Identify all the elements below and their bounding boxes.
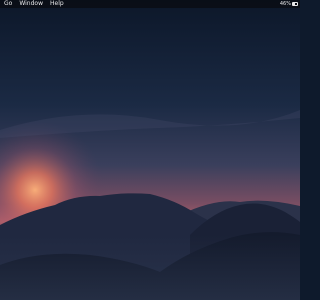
status-area: 46% xyxy=(273,0,298,8)
control-center-icon[interactable] xyxy=(273,2,278,7)
battery-fill xyxy=(293,3,295,5)
valley-fog xyxy=(0,235,300,300)
menu-window[interactable]: Window xyxy=(19,0,43,8)
desktop: Go Window Help 46% xyxy=(0,0,300,300)
battery-percentage: 46% xyxy=(279,1,291,7)
menu-bar: Go Window Help 46% xyxy=(0,0,300,8)
desktop-wallpaper xyxy=(0,0,300,300)
menu-go[interactable]: Go xyxy=(4,0,12,8)
menu-help[interactable]: Help xyxy=(50,0,64,8)
battery-icon[interactable] xyxy=(292,2,298,6)
